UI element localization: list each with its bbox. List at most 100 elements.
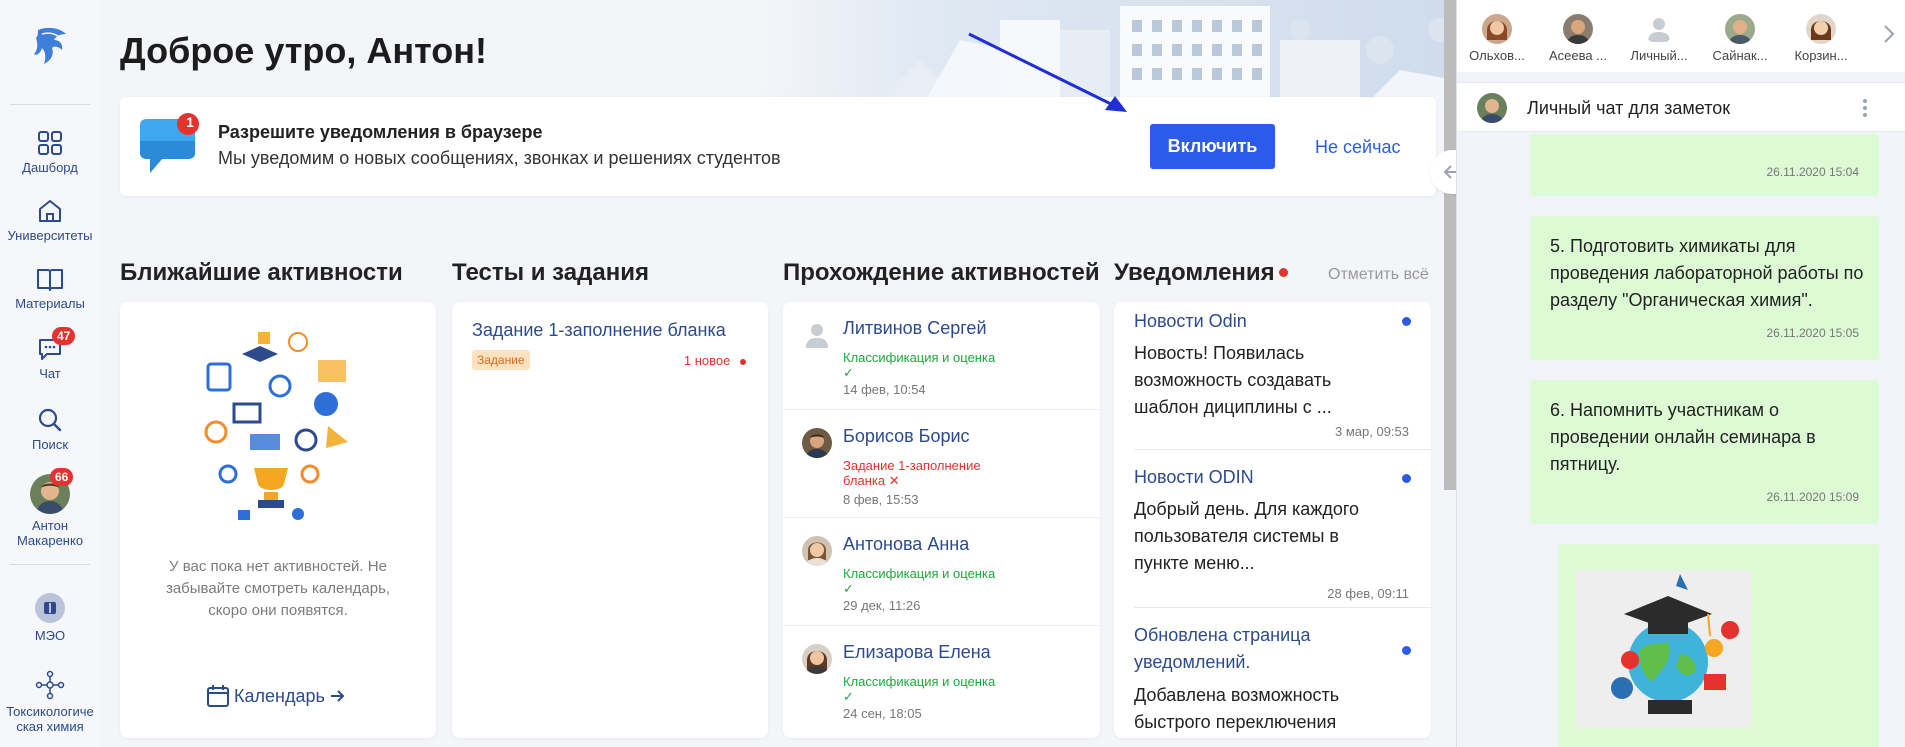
nav-item-profile[interactable]: Антон Макаренко 66 xyxy=(0,468,100,548)
activity-time: 8 фев, 15:53 xyxy=(843,492,919,507)
chat-contact[interactable]: Личный... xyxy=(1619,14,1699,63)
contact-name: Сайнак... xyxy=(1712,48,1768,63)
notification-item[interactable]: Обновлена страница уведомлений. Добавлен… xyxy=(1114,608,1431,738)
new-dot xyxy=(740,358,746,365)
notification-item[interactable]: Новости ODIN Добрый день. Для каждого по… xyxy=(1114,450,1431,608)
message-text: 6. Напомнить участникам о проведении онл… xyxy=(1550,400,1816,474)
chat-badge: 47 xyxy=(52,327,76,345)
nav-item-chat[interactable]: Чат 47 xyxy=(0,327,100,381)
activity-time: 14 фев, 10:54 xyxy=(843,382,926,397)
task-new-count: 1 новое xyxy=(684,353,746,368)
progress-row[interactable]: Борисов Борис Задание 1-заполнение бланк… xyxy=(783,410,1100,518)
education-illustration xyxy=(204,332,348,520)
contact-avatar xyxy=(1563,14,1593,44)
activities-title: Ближайшие активности xyxy=(120,259,403,286)
check-icon: ✓ xyxy=(843,689,854,704)
contact-avatar xyxy=(1725,14,1755,44)
chat-message[interactable]: 26.11.2020 15:04 xyxy=(1530,134,1879,196)
search-icon xyxy=(38,408,62,432)
progress-row[interactable]: Елизарова Елена Классификация и оценка ✓ … xyxy=(783,626,1100,738)
enable-notifications-button[interactable]: Включить xyxy=(1150,124,1275,169)
chat-contact[interactable]: Асеева ... xyxy=(1538,14,1618,63)
task-title-link[interactable]: Задание 1-заполнение бланка xyxy=(472,320,726,341)
nav-divider xyxy=(10,564,90,565)
notifications-title: Уведомления xyxy=(1114,259,1275,286)
browser-notification-banner: 1 Разрешите уведомления в браузере Мы ув… xyxy=(120,97,1436,196)
dashboard-icon xyxy=(38,131,62,155)
nav-label: МЭО xyxy=(34,628,66,643)
notification-time: 28 фев, 09:11 xyxy=(1327,586,1409,601)
contact-name: Асеева ... xyxy=(1548,48,1608,63)
notification-title: Обновлена страница уведомлений. xyxy=(1134,625,1311,672)
empty-activities-text: У вас пока нет активностей. Не забывайте… xyxy=(165,558,391,619)
chat-image-message[interactable] xyxy=(1558,544,1879,747)
student-avatar xyxy=(802,536,832,566)
nav-item-search[interactable]: Поиск xyxy=(0,407,100,452)
chat-contact[interactable]: Корзин... xyxy=(1781,14,1861,63)
progress-row[interactable]: Антонова Анна Классификация и оценка ✓ 29… xyxy=(783,518,1100,626)
home-icon xyxy=(39,200,61,222)
notification-title: Новости Odin xyxy=(1134,311,1247,331)
chat-panel: Ольхов... Асеева ... Личный... Сайнак...… xyxy=(1456,0,1905,747)
student-name: Елизарова Елена xyxy=(843,642,991,662)
tests-card: Задание 1-заполнение бланка Задание 1 но… xyxy=(452,302,768,738)
book-icon xyxy=(37,269,63,291)
not-now-button[interactable]: Не сейчас xyxy=(1315,137,1400,158)
task-type-badge: Задание xyxy=(472,350,530,370)
notifications-unread-dot xyxy=(1279,268,1288,277)
chat-header: Личный чат для заметок xyxy=(1457,82,1905,132)
contact-name: Корзин... xyxy=(1794,48,1848,63)
activity-time: 29 дек, 11:26 xyxy=(843,598,921,613)
nav-item-toxicology[interactable]: Токсикологическая химия xyxy=(0,670,100,734)
notify-badge-count: 1 xyxy=(186,114,194,130)
notification-body: Добавлена возможность быстрого переключе… xyxy=(1134,685,1340,732)
progress-card: Литвинов Сергей Классификация и оценка ✓ … xyxy=(783,302,1100,738)
left-navigation: Дашборд Университеты Материалы Чат 47 По… xyxy=(0,0,100,747)
chat-contact[interactable]: Ольхов... xyxy=(1457,14,1537,63)
nav-item-universities[interactable]: Университеты xyxy=(0,198,100,243)
student-avatar xyxy=(802,428,832,458)
nav-label: Чат xyxy=(39,366,61,381)
nav-item-materials[interactable]: Материалы xyxy=(0,266,100,311)
mark-all-read-button[interactable]: Отметить всё xyxy=(1328,266,1429,284)
user-name: Антон Макаренко xyxy=(16,518,84,548)
notification-item[interactable]: Новости Odin Новость! Появилась возможно… xyxy=(1114,302,1431,450)
default-avatar-icon xyxy=(806,324,828,348)
contact-name: Личный... xyxy=(1630,48,1688,63)
chat-message[interactable]: 5. Подготовить химикаты для проведения л… xyxy=(1530,216,1879,360)
calendar-link[interactable]: Календарь xyxy=(206,684,345,708)
main-scrollbar[interactable] xyxy=(1444,0,1456,490)
cross-icon: ✕ xyxy=(888,473,900,488)
chat-message[interactable]: 6. Напомнить участникам о проведении онл… xyxy=(1530,380,1879,524)
message-text: 5. Подготовить химикаты для проведения л… xyxy=(1550,236,1864,310)
contact-avatar xyxy=(1806,14,1836,44)
activity-status-label: Классификация и оценка xyxy=(843,350,996,365)
chat-avatar xyxy=(1477,93,1507,123)
nav-label: Дашборд xyxy=(22,160,78,175)
chevron-right-icon[interactable] xyxy=(1881,24,1897,44)
more-vertical-icon[interactable] xyxy=(1861,97,1869,119)
notifications-card: Новости Odin Новость! Появилась возможно… xyxy=(1114,302,1431,738)
activities-card: У вас пока нет активностей. Не забывайте… xyxy=(120,302,436,738)
annotation-arrow-icon xyxy=(968,32,1127,112)
nav-divider xyxy=(10,104,90,105)
nav-item-dashboard[interactable]: Дашборд xyxy=(0,130,100,175)
notification-time: 3 мар, 09:53 xyxy=(1335,424,1409,439)
message-time: 26.11.2020 15:09 xyxy=(1766,490,1859,504)
progress-row[interactable]: Литвинов Сергей Классификация и оценка ✓ … xyxy=(783,302,1100,410)
nav-item-meo[interactable]: МЭО xyxy=(0,592,100,643)
chat-contact[interactable]: Сайнак... xyxy=(1700,14,1780,63)
arrow-right-icon xyxy=(330,690,345,702)
activity-status: Классификация и оценка ✓ xyxy=(843,674,995,704)
activity-time: 24 сен, 18:05 xyxy=(843,706,922,721)
notification-title: Новости ODIN xyxy=(1134,467,1254,487)
check-icon: ✓ xyxy=(843,365,854,380)
contact-avatar xyxy=(1482,14,1512,44)
check-icon: ✓ xyxy=(843,581,854,596)
meo-course-icon xyxy=(35,593,65,623)
unread-dot xyxy=(1402,317,1411,326)
logo-icon[interactable] xyxy=(30,24,70,68)
calendar-link-label: Календарь xyxy=(234,685,325,706)
unread-dot xyxy=(1402,646,1411,655)
nav-label: Поиск xyxy=(31,437,69,452)
